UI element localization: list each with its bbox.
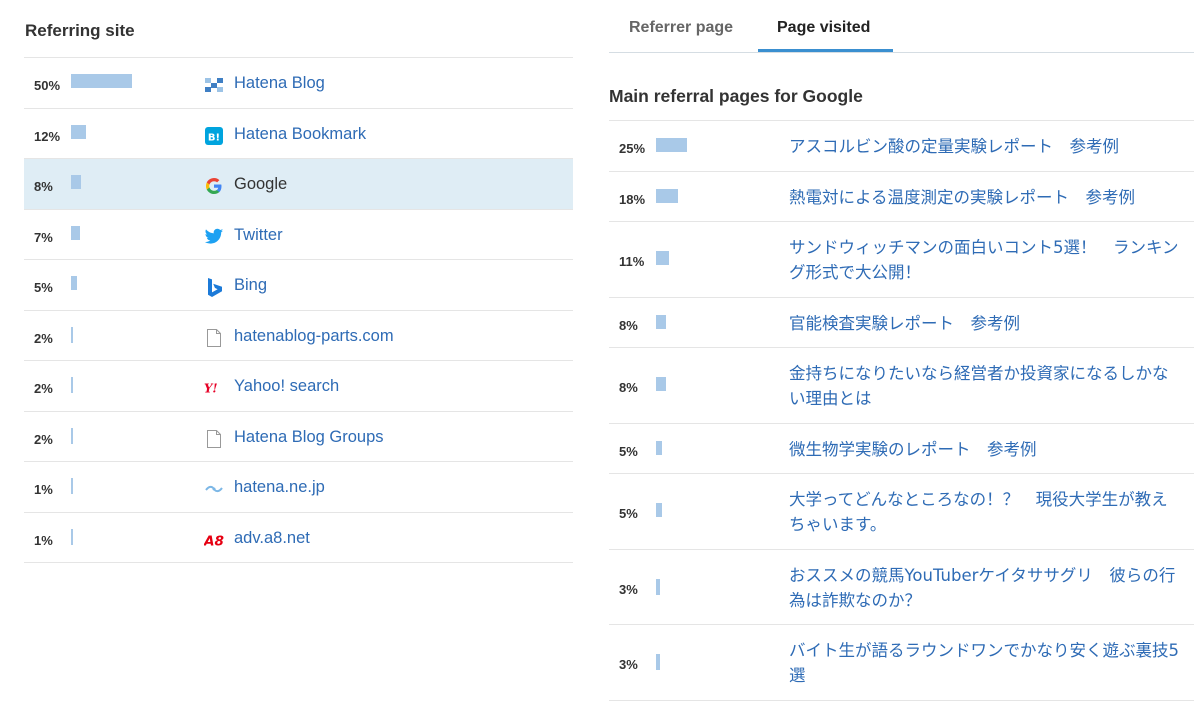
hatena-bookmark-icon: B! bbox=[204, 126, 224, 146]
site-link[interactable]: Yahoo! search bbox=[234, 377, 339, 396]
page-row[interactable]: 18% 熱電対による温度測定の実験レポート 参考例 bbox=[609, 172, 1194, 222]
site-bar bbox=[71, 225, 80, 240]
page-row[interactable]: 8% 官能検査実験レポート 参考例 bbox=[609, 298, 1194, 348]
page-row[interactable]: 5% 微生物学実験のレポート 参考例 bbox=[609, 424, 1194, 474]
referring-site-list: 50% Hatena Blog 12% B! Hatena Bookmark 8… bbox=[24, 57, 573, 563]
page-link[interactable]: アスコルビン酸の定量実験レポート 参考例 bbox=[789, 134, 1184, 159]
page-bar bbox=[656, 654, 660, 670]
site-row[interactable]: 2% hatenablog-parts.com bbox=[24, 311, 573, 361]
site-percent: 2% bbox=[34, 381, 53, 396]
site-row[interactable]: 2% Y! Yahoo! search bbox=[24, 361, 573, 412]
site-row[interactable]: 7% Twitter bbox=[24, 210, 573, 260]
document-icon bbox=[204, 429, 224, 449]
site-percent: 50% bbox=[34, 78, 61, 93]
site-bar bbox=[71, 124, 86, 139]
page-percent: 11% bbox=[619, 254, 645, 269]
page-row[interactable]: 3% バイト生が語るラウンドワンでかなり安く遊ぶ裏技5選 bbox=[609, 625, 1194, 701]
site-percent: 2% bbox=[34, 431, 53, 447]
site-row-selected[interactable]: 8% Google bbox=[24, 159, 573, 210]
page-row[interactable]: 5% 大学ってどんなところなの！？ 現役大学生が教えちゃいます。 bbox=[609, 474, 1194, 550]
site-link[interactable]: Bing bbox=[234, 276, 267, 295]
yahoo-icon: Y! bbox=[204, 378, 224, 398]
page-percent: 18% bbox=[619, 191, 646, 207]
site-bar bbox=[71, 427, 73, 444]
site-link[interactable]: hatenablog-parts.com bbox=[234, 327, 394, 346]
page-link[interactable]: 官能検査実験レポート 参考例 bbox=[789, 311, 1184, 336]
site-bar bbox=[71, 175, 81, 189]
page-link[interactable]: 微生物学実験のレポート 参考例 bbox=[789, 437, 1184, 462]
site-link[interactable]: Twitter bbox=[234, 226, 283, 245]
site-row[interactable]: 1% hatena.ne.jp bbox=[24, 462, 573, 513]
page-link[interactable]: 金持ちになりたいなら経営者か投資家になるしかない理由とは bbox=[789, 361, 1184, 411]
hatena-icon bbox=[204, 479, 224, 499]
site-row[interactable]: 5% Bing bbox=[24, 260, 573, 311]
hatena-blog-icon bbox=[204, 75, 224, 95]
page-percent: 5% bbox=[619, 443, 638, 459]
svg-text:A8: A8 bbox=[204, 533, 224, 549]
site-percent: 1% bbox=[34, 532, 53, 548]
page-percent: 3% bbox=[619, 657, 638, 672]
google-icon bbox=[204, 176, 224, 196]
page-percent: 8% bbox=[619, 317, 638, 333]
page-percent: 25% bbox=[619, 141, 646, 156]
page-row[interactable]: 8% 金持ちになりたいなら経営者か投資家になるしかない理由とは bbox=[609, 348, 1194, 424]
tab-page-visited[interactable]: Page visited bbox=[777, 19, 870, 37]
page-row[interactable]: 11% サンドウィッチマンの面白いコント5選！ ランキング形式で大公開！ bbox=[609, 222, 1194, 298]
page-link[interactable]: 熱電対による温度測定の実験レポート 参考例 bbox=[789, 185, 1184, 210]
page-link[interactable]: 大学ってどんなところなの！？ 現役大学生が教えちゃいます。 bbox=[789, 487, 1184, 537]
svg-text:B!: B! bbox=[208, 132, 220, 143]
site-bar bbox=[71, 377, 73, 393]
site-bar bbox=[71, 74, 132, 88]
site-link[interactable]: Hatena Bookmark bbox=[234, 125, 366, 144]
site-row[interactable]: 2% Hatena Blog Groups bbox=[24, 412, 573, 462]
site-link[interactable]: Hatena Blog bbox=[234, 74, 325, 93]
site-bar bbox=[71, 276, 77, 290]
referring-site-title: Referring site bbox=[25, 21, 135, 40]
page-percent: 5% bbox=[619, 506, 638, 521]
page-bar bbox=[656, 440, 662, 455]
referral-pages-title: Main referral pages for Google bbox=[609, 86, 863, 106]
site-link[interactable]: adv.a8.net bbox=[234, 529, 310, 548]
page-bar bbox=[656, 138, 687, 152]
page-bar bbox=[656, 314, 666, 329]
page-row[interactable]: 25% アスコルビン酸の定量実験レポート 参考例 bbox=[609, 121, 1194, 172]
page-link[interactable]: サンドウィッチマンの面白いコント5選！ ランキング形式で大公開！ bbox=[789, 235, 1184, 285]
site-percent: 5% bbox=[34, 280, 53, 295]
site-row[interactable]: 12% B! Hatena Bookmark bbox=[24, 109, 573, 159]
active-tab-indicator bbox=[758, 49, 893, 52]
page-link[interactable]: おススメの競馬YouTuberケイタササグリ 彼らの行為は詐欺なのか？ bbox=[789, 563, 1184, 613]
site-link[interactable]: Hatena Blog Groups bbox=[234, 428, 384, 447]
site-bar bbox=[71, 478, 73, 494]
site-link[interactable]: hatena.ne.jp bbox=[234, 478, 325, 497]
referral-page-list: 25% アスコルビン酸の定量実験レポート 参考例 18% 熱電対による温度測定の… bbox=[609, 120, 1194, 701]
site-row[interactable]: 1% A8 adv.a8.net bbox=[24, 513, 573, 563]
bing-icon bbox=[204, 277, 224, 297]
site-percent: 2% bbox=[34, 330, 53, 346]
tab-referrer-page[interactable]: Referrer page bbox=[629, 19, 733, 37]
site-row[interactable]: 50% Hatena Blog bbox=[24, 58, 573, 109]
svg-text:Y!: Y! bbox=[204, 382, 218, 396]
page-percent: 8% bbox=[619, 380, 638, 395]
a8-icon: A8 bbox=[204, 530, 224, 550]
site-bar bbox=[71, 528, 73, 545]
page-bar bbox=[656, 503, 662, 517]
site-percent: 8% bbox=[34, 179, 53, 194]
page-percent: 3% bbox=[619, 581, 638, 597]
page-bar bbox=[656, 578, 660, 595]
tab-bar: Referrer page Page visited bbox=[609, 0, 1194, 53]
page-link[interactable]: バイト生が語るラウンドワンでかなり安く遊ぶ裏技5選 bbox=[789, 638, 1184, 688]
page-bar bbox=[656, 377, 666, 391]
site-link[interactable]: Google bbox=[234, 175, 287, 194]
site-percent: 1% bbox=[34, 482, 53, 497]
site-percent: 12% bbox=[34, 128, 61, 144]
page-bar bbox=[656, 251, 669, 265]
twitter-icon bbox=[204, 227, 224, 247]
site-percent: 7% bbox=[34, 229, 53, 245]
page-row[interactable]: 3% おススメの競馬YouTuberケイタササグリ 彼らの行為は詐欺なのか？ bbox=[609, 550, 1194, 625]
site-bar bbox=[71, 326, 73, 343]
page-bar bbox=[656, 188, 678, 203]
document-icon bbox=[204, 328, 224, 348]
